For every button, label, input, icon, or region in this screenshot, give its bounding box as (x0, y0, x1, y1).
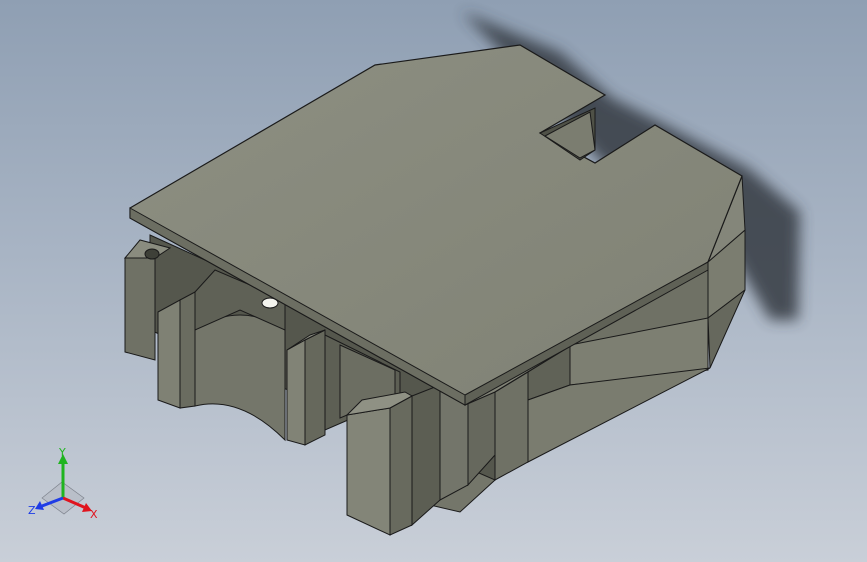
y-axis-label: Y (58, 446, 66, 459)
clamp-saddle (194, 314, 286, 442)
left-clip-front (124, 247, 156, 361)
right-clamp-slot (411, 384, 441, 527)
graphics-viewport[interactable]: Y X Z (0, 0, 867, 562)
3d-model-view[interactable] (0, 0, 867, 562)
mounting-hole (144, 248, 160, 260)
x-axis-label: X (90, 508, 98, 521)
middle-post-side (304, 329, 326, 446)
right-clamp-front (346, 407, 391, 536)
axis-triad: Y X Z (28, 446, 98, 521)
clamp-left-post-side (179, 291, 196, 409)
middle-post-front (286, 339, 306, 446)
right-clamp-side (389, 395, 413, 536)
clamp-left-post (157, 299, 181, 409)
z-axis-label: Z (28, 504, 36, 517)
